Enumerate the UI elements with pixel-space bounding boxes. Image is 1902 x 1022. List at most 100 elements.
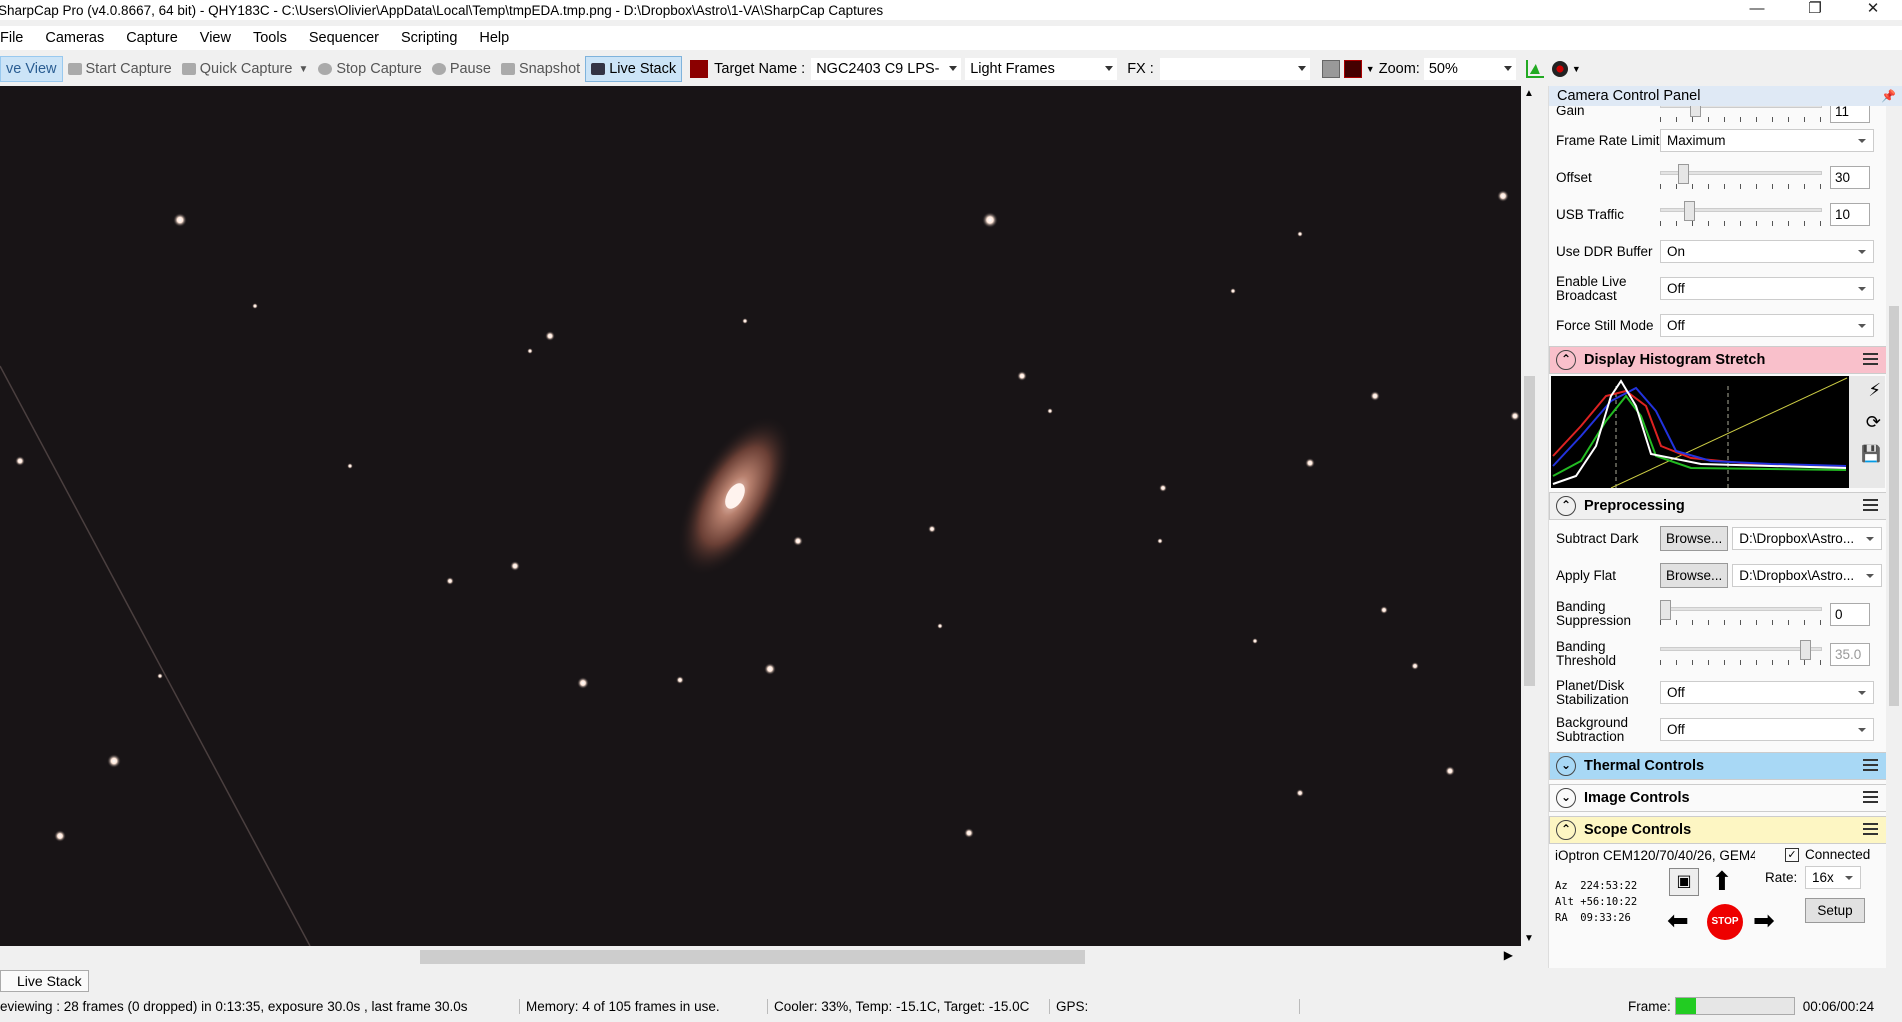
- menu-scripting[interactable]: Scripting: [390, 30, 468, 46]
- menu-help[interactable]: Help: [468, 30, 520, 46]
- image-viewer[interactable]: [0, 86, 1521, 946]
- horizontal-scrollbar[interactable]: ▶: [0, 946, 1521, 968]
- browse-dark-button[interactable]: Browse...: [1660, 526, 1729, 551]
- setup-button[interactable]: Setup: [1805, 898, 1865, 923]
- scope-section-header[interactable]: ⌃ Scope Controls: [1549, 816, 1887, 844]
- live-view-button[interactable]: ve View: [0, 56, 63, 82]
- histogram-section-header[interactable]: ⌃ Display Histogram Stretch: [1549, 346, 1887, 374]
- offset-slider[interactable]: [1660, 163, 1822, 192]
- tab-live-stack[interactable]: Live Stack: [0, 970, 89, 992]
- banding-suppression-value[interactable]: 0: [1830, 602, 1870, 626]
- west-arrow-icon[interactable]: ⬅: [1667, 906, 1689, 934]
- flat-path-select[interactable]: D:\Dropbox\Astro...: [1732, 564, 1883, 587]
- restore-icon[interactable]: ❐: [1786, 0, 1844, 20]
- zoom-value: 50%: [1428, 61, 1458, 77]
- image-controls-section-header[interactable]: ⌄ Image Controls: [1549, 784, 1887, 812]
- preprocessing-section-header[interactable]: ⌃ Preprocessing: [1549, 492, 1887, 520]
- frame-rate-select[interactable]: Maximum: [1660, 129, 1874, 152]
- quick-capture-button[interactable]: Quick Capture ▼: [177, 56, 314, 82]
- frame-type-combo[interactable]: Light Frames: [965, 58, 1118, 80]
- dark-path-select[interactable]: D:\Dropbox\Astro...: [1732, 527, 1883, 550]
- menu-icon[interactable]: [1863, 499, 1878, 511]
- stop-button[interactable]: STOP: [1707, 904, 1743, 940]
- reset-icon[interactable]: ⟳: [1866, 412, 1881, 433]
- histogram-graph[interactable]: [1551, 376, 1885, 489]
- thermal-section-header[interactable]: ⌄ Thermal Controls: [1549, 752, 1887, 780]
- collapse-icon[interactable]: ⌃: [1556, 496, 1576, 516]
- collapse-icon[interactable]: ⌃: [1556, 350, 1576, 370]
- vertical-scrollbar[interactable]: ▲ ▼: [1521, 86, 1538, 946]
- histogram-icon[interactable]: [1525, 60, 1544, 78]
- panel-scroll-thumb[interactable]: [1889, 306, 1899, 706]
- frame-time: 00:06/00:24: [1802, 998, 1875, 1014]
- banding-threshold-slider[interactable]: [1660, 640, 1822, 668]
- gain-slider[interactable]: [1660, 106, 1822, 125]
- connected-checkbox[interactable]: ✓: [1785, 848, 1799, 862]
- collapse-icon[interactable]: ⌃: [1556, 820, 1576, 840]
- menu-capture[interactable]: Capture: [115, 30, 189, 46]
- fx-combo[interactable]: [1159, 58, 1310, 80]
- vertical-scroll-thumb[interactable]: [1524, 376, 1535, 686]
- menu-icon[interactable]: [1863, 791, 1878, 803]
- menu-sequencer[interactable]: Sequencer: [298, 30, 390, 46]
- scroll-right-icon[interactable]: ▶: [1504, 948, 1513, 962]
- park-icon[interactable]: ▣: [1669, 868, 1699, 896]
- gain-row: Gain 11: [1549, 106, 1887, 125]
- chevron-down-icon: [1297, 66, 1306, 71]
- banding-suppression-slider[interactable]: [1660, 600, 1822, 628]
- toolbar: ve View Start Capture Quick Capture ▼ Sto…: [0, 55, 1902, 83]
- broadcast-value: Off: [1667, 281, 1685, 296]
- expand-icon[interactable]: ⌄: [1556, 756, 1576, 776]
- auto-stretch-icon[interactable]: ⚡: [1868, 380, 1881, 401]
- usb-value[interactable]: 10: [1830, 203, 1870, 226]
- minimize-icon[interactable]: —: [1728, 0, 1786, 20]
- ddr-select[interactable]: On: [1660, 240, 1874, 263]
- mount-name[interactable]: iOptron CEM120/70/40/26, GEM45/: [1555, 848, 1755, 863]
- menu-file[interactable]: File: [0, 30, 34, 46]
- stop-capture-button[interactable]: Stop Capture: [313, 56, 426, 82]
- reticle-icon[interactable]: [1321, 60, 1340, 78]
- still-mode-select[interactable]: Off: [1660, 314, 1874, 337]
- pin-icon[interactable]: 📌: [1881, 86, 1896, 106]
- scroll-down-icon[interactable]: ▼: [1524, 933, 1534, 944]
- panel-title-text: Camera Control Panel: [1557, 88, 1701, 104]
- focus-assist-icon[interactable]: [1343, 60, 1362, 78]
- stabilization-select[interactable]: Off: [1660, 681, 1874, 704]
- target-name-combo[interactable]: NGC2403 C9 LPS-F: [811, 58, 962, 80]
- broadcast-select[interactable]: Off: [1660, 277, 1874, 300]
- rate-select[interactable]: 16x: [1805, 866, 1861, 889]
- chevron-down-icon[interactable]: ▼: [1366, 64, 1375, 74]
- live-stack-button[interactable]: Live Stack: [585, 56, 683, 82]
- pause-button[interactable]: Pause: [427, 56, 496, 82]
- usb-slider[interactable]: [1660, 200, 1822, 229]
- tools-icon[interactable]: [1551, 61, 1568, 77]
- banding-threshold-value[interactable]: 35.0: [1830, 642, 1870, 666]
- menu-icon[interactable]: [1863, 353, 1878, 365]
- chevron-down-icon[interactable]: ▼: [298, 64, 308, 75]
- chevron-down-icon: [1105, 66, 1114, 71]
- still-mode-row: Force Still Mode Off: [1549, 307, 1887, 344]
- start-capture-button[interactable]: Start Capture: [63, 56, 177, 82]
- menu-view[interactable]: View: [189, 30, 242, 46]
- browse-flat-button[interactable]: Browse...: [1660, 563, 1729, 588]
- zoom-combo[interactable]: 50%: [1423, 58, 1516, 80]
- chevron-down-icon[interactable]: ▼: [1572, 64, 1581, 74]
- scroll-up-icon[interactable]: ▲: [1524, 88, 1534, 99]
- gain-value[interactable]: 11: [1830, 106, 1870, 123]
- menu-icon[interactable]: [1863, 823, 1878, 835]
- menu-tools[interactable]: Tools: [242, 30, 298, 46]
- snapshot-button[interactable]: Snapshot: [496, 56, 585, 82]
- offset-value[interactable]: 30: [1830, 166, 1870, 189]
- menu-cameras[interactable]: Cameras: [34, 30, 115, 46]
- menu-bar: File Cameras Capture View Tools Sequence…: [0, 26, 1902, 50]
- background-subtraction-select[interactable]: Off: [1660, 718, 1874, 741]
- histogram[interactable]: ⚡ ⟳ 💾: [1549, 374, 1887, 490]
- horizontal-scroll-thumb[interactable]: [420, 950, 1085, 964]
- panel-scrollbar[interactable]: [1886, 106, 1902, 968]
- save-icon[interactable]: 💾: [1861, 444, 1881, 464]
- expand-icon[interactable]: ⌄: [1556, 788, 1576, 808]
- menu-icon[interactable]: [1863, 759, 1878, 771]
- east-arrow-icon[interactable]: ➡: [1753, 906, 1775, 934]
- north-arrow-icon[interactable]: ⬆: [1711, 866, 1733, 896]
- close-icon[interactable]: ✕: [1844, 0, 1902, 20]
